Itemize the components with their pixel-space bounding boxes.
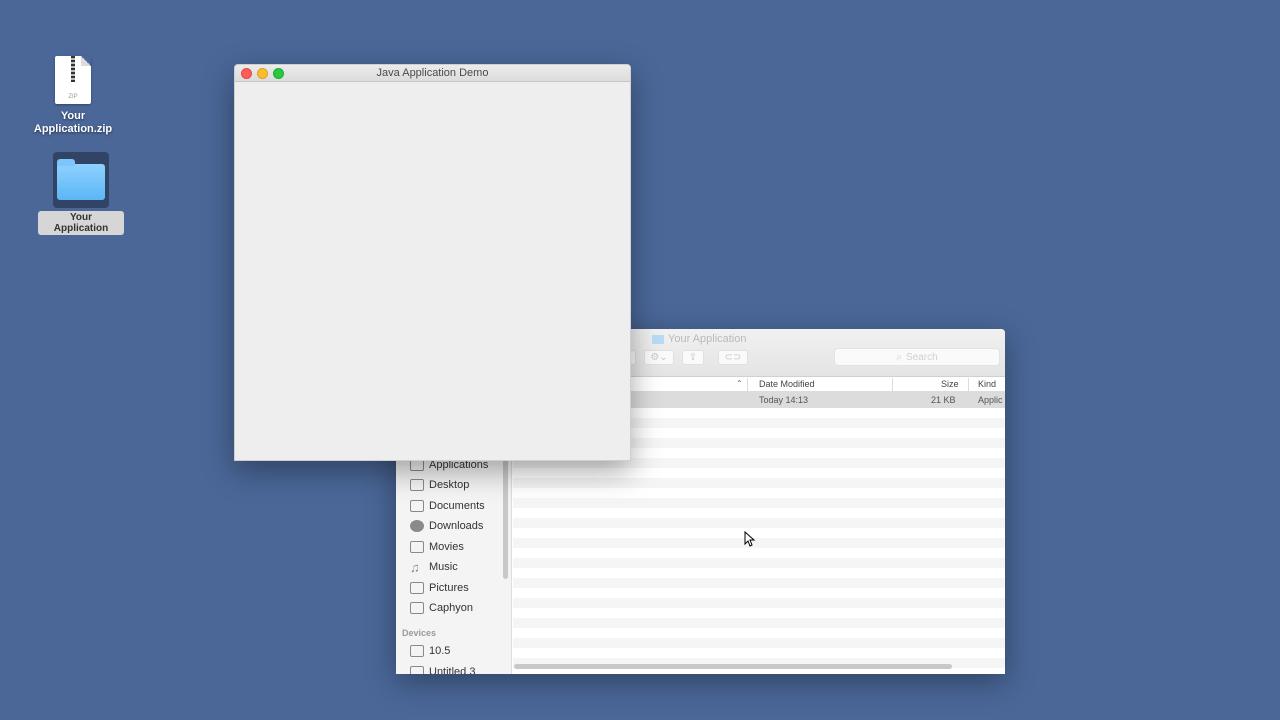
folder-icon <box>652 334 664 344</box>
sidebar-item-label: Caphyon <box>429 602 474 614</box>
sidebar-scrollbar[interactable] <box>503 459 508 579</box>
downloads-icon <box>410 520 424 532</box>
action-gear-button[interactable]: ⚙⌄ <box>644 350 674 365</box>
horizontal-scrollbar[interactable] <box>514 664 952 669</box>
desktop-folder[interactable]: Your Application <box>38 152 124 235</box>
zip-file-label: Your Application.zip <box>33 110 113 135</box>
share-icon: ⇪ <box>688 352 698 363</box>
share-button[interactable]: ⇪ <box>682 350 704 365</box>
search-input[interactable]: ⌕ Search <box>834 348 1000 366</box>
sidebar-item-label: Music <box>429 561 458 573</box>
sidebar-item-label: 10.5 <box>429 645 451 657</box>
zip-badge: ZIP <box>68 94 78 100</box>
sidebar-item-caphyon[interactable]: Caphyon <box>410 599 473 617</box>
gear-icon: ⚙⌄ <box>650 352 668 363</box>
finder-title: Your Application <box>652 333 747 345</box>
pictures-icon <box>410 582 424 594</box>
disk-icon <box>410 666 424 674</box>
sidebar-item-label: Desktop <box>429 479 470 491</box>
tag-icon: ⊂⊃ <box>724 352 742 363</box>
row-kind: Applic <box>978 395 1003 405</box>
sidebar-item-music[interactable]: ♫ Music <box>410 558 458 576</box>
row-date: Today 14:13 <box>759 395 809 405</box>
search-icon: ⌕ <box>896 351 902 363</box>
sidebar-item-label: Untitled 3 <box>429 666 476 674</box>
folder-label: Your Application <box>38 211 124 235</box>
row-size: 21 KB <box>931 395 956 405</box>
sidebar-item-label: Downloads <box>429 520 484 532</box>
sidebar-item-downloads[interactable]: Downloads <box>410 517 483 535</box>
sidebar-item-pictures[interactable]: Pictures <box>410 579 469 597</box>
java-content-area[interactable] <box>235 82 630 460</box>
sidebar-item-label: Documents <box>429 500 485 512</box>
sidebar-item-desktop[interactable]: Desktop <box>410 476 469 494</box>
tags-button[interactable]: ⊂⊃ <box>718 350 748 365</box>
sidebar-item-documents[interactable]: Documents <box>410 497 485 515</box>
sidebar-item-movies[interactable]: Movies <box>410 538 464 556</box>
music-icon: ♫ <box>410 559 420 575</box>
column-size[interactable]: Size <box>941 379 959 389</box>
java-window[interactable]: Java Application Demo <box>234 64 631 461</box>
folder-icon <box>57 159 105 200</box>
sidebar-item-untitled-3[interactable]: Untitled 3 <box>410 663 475 674</box>
sidebar-item-10-5[interactable]: 10.5 <box>410 642 450 660</box>
devices-header: Devices <box>402 628 437 638</box>
folder-icon <box>410 602 424 614</box>
column-kind[interactable]: Kind <box>978 379 996 389</box>
disk-icon <box>410 645 424 657</box>
column-date-modified[interactable]: Date Modified <box>759 379 815 389</box>
java-titlebar[interactable]: Java Application Demo <box>235 65 630 82</box>
desktop-zip-file[interactable]: ZIP Your Application.zip <box>30 56 116 136</box>
search-placeholder: Search <box>905 351 938 363</box>
java-window-title: Java Application Demo <box>376 67 489 79</box>
zip-file-icon: ZIP <box>55 56 91 104</box>
desktop-icon <box>410 479 424 491</box>
movies-icon <box>410 541 424 553</box>
documents-icon <box>410 500 424 512</box>
mouse-cursor-icon <box>744 531 756 547</box>
sidebar-item-label: Movies <box>429 541 464 553</box>
sidebar-item-label: Pictures <box>429 582 469 594</box>
sort-ascending-icon[interactable]: ⌃ <box>736 379 743 388</box>
